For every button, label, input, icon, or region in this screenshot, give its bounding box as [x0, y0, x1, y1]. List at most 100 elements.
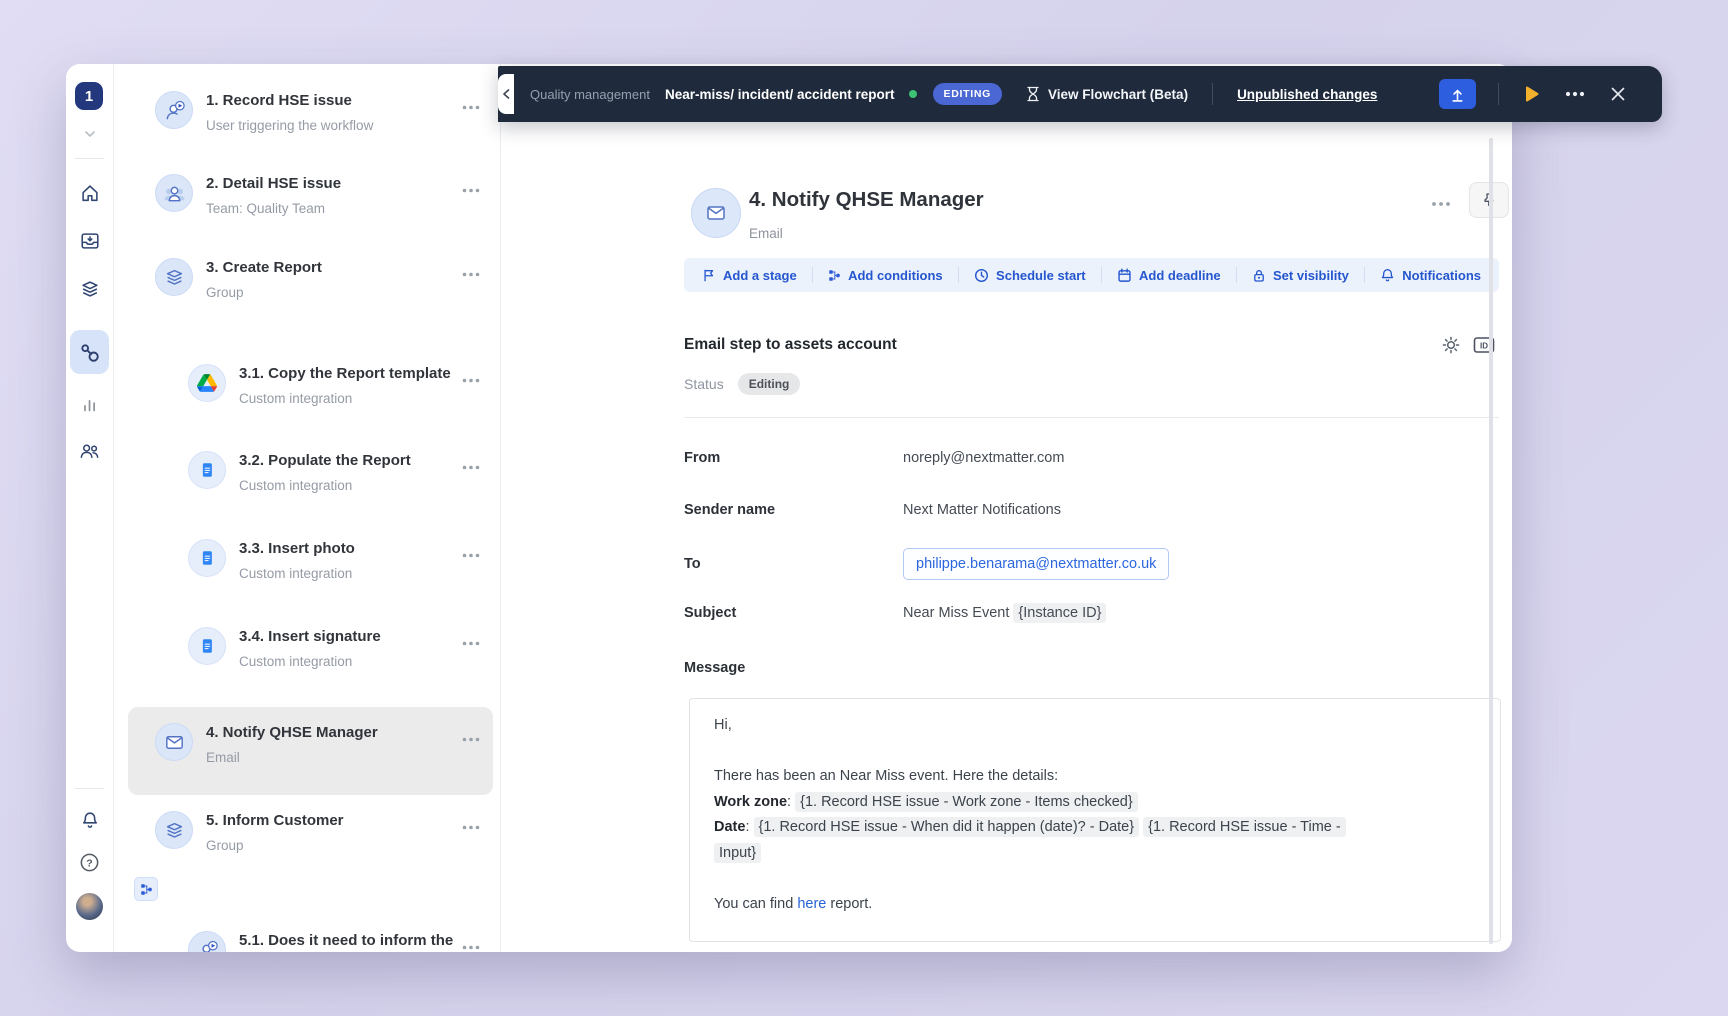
step-subtitle: Group — [206, 285, 244, 300]
branch-icon — [828, 269, 841, 282]
editing-badge: EDITING — [932, 83, 1003, 105]
step-kebab-menu[interactable] — [462, 545, 480, 563]
subject-value[interactable]: Near Miss Event {Instance ID} — [903, 603, 1107, 623]
step-title: 1. Record HSE issue — [206, 92, 352, 109]
step-detail-panel: 4. Notify QHSE Manager Email Add a stage… — [500, 64, 1512, 952]
step-item-9[interactable]: 5. Inform Customer Group — [128, 795, 493, 901]
run-workflow-play-button[interactable] — [1524, 85, 1540, 103]
chevron-down-icon[interactable] — [78, 122, 101, 145]
gdoc-icon — [188, 627, 226, 665]
from-field-row: From noreply@nextmatter.com — [684, 450, 1064, 466]
step-title: 5.1. Does it need to inform the — [239, 932, 454, 949]
toolbar-notifications[interactable]: Notifications — [1380, 268, 1481, 283]
settings-gear-icon[interactable] — [1441, 335, 1461, 360]
step-kebab-menu[interactable] — [462, 817, 480, 835]
step-kebab-menu[interactable] — [462, 633, 480, 651]
step-item-2[interactable]: 2. Detail HSE issue Team: Quality Team — [128, 158, 493, 216]
svg-text:?: ? — [86, 857, 92, 869]
status-badge: Editing — [737, 373, 801, 395]
sender-field-row: Sender name Next Matter Notifications — [684, 502, 1061, 518]
here-link[interactable]: here — [797, 896, 826, 912]
step-title: 3.1. Copy the Report template — [239, 365, 451, 382]
step-kebab-menu[interactable] — [462, 937, 480, 952]
step-options-kebab[interactable] — [1431, 194, 1451, 212]
toolbar-add-deadline[interactable]: Add deadline — [1117, 268, 1221, 283]
message-closing-line: You can find here report. — [714, 895, 873, 912]
layers-icon — [155, 258, 193, 296]
branch-conditions-badge[interactable] — [134, 877, 158, 901]
message-editor[interactable]: Hi, There has been an Near Miss event. H… — [689, 698, 1501, 942]
step-item-7[interactable]: 3.4. Insert signature Custom integration — [128, 611, 493, 669]
gdrive-icon — [188, 364, 226, 402]
editor-topbar: Quality management Near-miss/ incident/ … — [498, 66, 1662, 122]
user-avatar[interactable] — [76, 893, 103, 920]
to-label: To — [684, 556, 701, 572]
toolbar-set-visibility[interactable]: Set visibility — [1252, 268, 1349, 283]
topbar-divider — [1212, 83, 1214, 105]
message-label: Message — [684, 660, 746, 676]
help-icon[interactable]: ? — [78, 851, 101, 874]
sender-name-value[interactable]: Next Matter Notifications — [903, 502, 1061, 518]
publish-button[interactable] — [1439, 79, 1476, 109]
step-item-3[interactable]: 3. Create Report Group — [128, 242, 493, 300]
workzone-token: {1. Record HSE issue - Work zone - Items… — [795, 791, 1138, 812]
status-dot — [908, 90, 917, 98]
subject-label: Subject — [684, 605, 737, 621]
close-icon[interactable] — [1610, 86, 1626, 102]
step-title: 5. Inform Customer — [206, 812, 344, 829]
step-item-10[interactable]: 5.1. Does it need to inform the — [128, 915, 493, 952]
analytics-icon[interactable] — [78, 393, 101, 416]
toolbar-separator — [1100, 267, 1102, 283]
envelope-icon — [155, 723, 193, 761]
step-subtitle: Group — [206, 838, 244, 853]
step-item-1[interactable]: 1. Record HSE issue User triggering the w… — [128, 75, 493, 133]
toolbar-add-a-stage[interactable]: Add a stage — [702, 268, 797, 283]
view-flowchart-button[interactable]: View Flowchart (Beta) — [1026, 86, 1188, 102]
desktop-background: 1 ? 1. Record HSE issue User triggering … — [0, 0, 1728, 1016]
home-icon[interactable] — [78, 181, 101, 204]
from-value[interactable]: noreply@nextmatter.com — [903, 450, 1064, 466]
clock-icon — [974, 268, 989, 283]
topbar-kebab[interactable] — [1565, 91, 1585, 97]
instance-id-token: {Instance ID} — [1013, 603, 1107, 623]
inbox-icon[interactable] — [78, 229, 101, 252]
step-kebab-menu[interactable] — [462, 729, 480, 747]
step-kebab-menu[interactable] — [462, 264, 480, 282]
main-scrollbar[interactable] — [1489, 138, 1493, 944]
upload-icon — [1452, 89, 1463, 102]
step-title: 3. Create Report — [206, 259, 322, 276]
collapse-panel-button[interactable] — [498, 74, 514, 114]
toolbar-schedule-start[interactable]: Schedule start — [974, 268, 1086, 283]
step-kebab-menu[interactable] — [462, 97, 480, 115]
step-kebab-menu[interactable] — [462, 457, 480, 475]
step-subtitle: Email — [206, 750, 240, 765]
toolbar-add-conditions[interactable]: Add conditions — [828, 268, 943, 283]
step-detail-title: 4. Notify QHSE Manager — [749, 188, 984, 211]
breadcrumb[interactable]: Quality management — [530, 87, 650, 102]
step-kebab-menu[interactable] — [462, 370, 480, 388]
step-item-4[interactable]: 3.1. Copy the Report template Custom inte… — [128, 348, 493, 406]
recipient-chip[interactable]: philippe.benarama@nextmatter.co.uk — [903, 548, 1170, 580]
team-icon[interactable] — [78, 439, 101, 462]
unpublished-changes-link[interactable]: Unpublished changes — [1237, 87, 1377, 102]
time-token-part2: Input} — [714, 842, 762, 863]
message-intro: There has been an Near Miss event. Here … — [714, 768, 1059, 784]
workspace-badge[interactable]: 1 — [75, 82, 103, 110]
step-item-8[interactable]: 4. Notify QHSE Manager Email — [128, 707, 493, 795]
step-title: 4. Notify QHSE Manager — [206, 724, 378, 741]
gdoc-icon — [188, 539, 226, 577]
message-date-line-wrap: Input} — [714, 841, 1476, 867]
step-subtitle: Team: Quality Team — [206, 201, 326, 216]
app-rail: 1 ? — [66, 64, 114, 952]
toolbar-separator — [1235, 267, 1237, 283]
step-kebab-menu[interactable] — [462, 180, 480, 198]
notifications-bell-icon[interactable] — [78, 809, 101, 832]
step-item-6[interactable]: 3.3. Insert photo Custom integration — [128, 523, 493, 581]
workflow-title: Near-miss/ incident/ accident report — [664, 86, 895, 102]
workflows-icon[interactable] — [78, 341, 101, 364]
layers-icon[interactable] — [78, 277, 101, 300]
layers-icon — [155, 811, 193, 849]
step-item-5[interactable]: 3.2. Populate the Report Custom integrati… — [128, 435, 493, 493]
step-subtitle: User triggering the workflow — [206, 118, 374, 133]
sender-name-label: Sender name — [684, 502, 776, 518]
